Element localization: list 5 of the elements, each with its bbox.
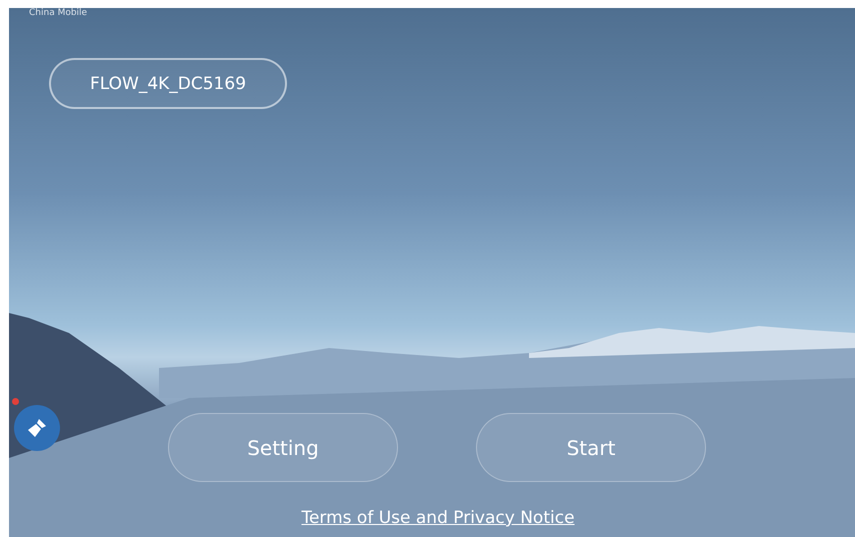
terms-link[interactable]: Terms of Use and Privacy Notice (301, 508, 575, 528)
setting-button[interactable]: Setting (168, 413, 398, 482)
carrier-name: China Mobile (29, 8, 88, 18)
device-name-button[interactable]: FLOW_4K_DC5169 (49, 58, 287, 109)
start-button[interactable]: Start (476, 413, 706, 482)
